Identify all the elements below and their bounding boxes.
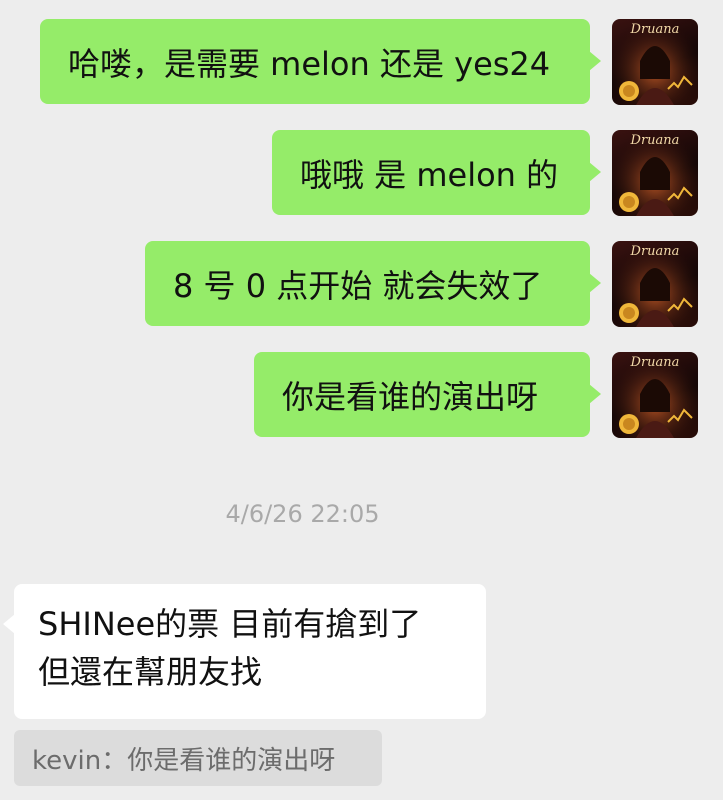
quoted-reply-text: kevin：你是看谁的演出呀 [32,745,336,776]
message-text: 哈喽，是需要 melon 还是 yes24 [68,44,551,83]
avatar-logo-text: Druana [630,22,680,37]
avatar-logo-text: Druana [630,244,680,259]
chat-timestamp: 4/6/26 22:05 [225,500,380,528]
avatar-image: Druana [612,352,698,438]
message-text: 你是看谁的演出呀 [282,377,539,416]
message-text: 8 号 0 点开始 就会失效了 [173,266,543,305]
avatar-logo-text: Druana [630,133,680,148]
quoted-reply[interactable]: kevin：你是看谁的演出呀 [14,730,382,786]
avatar-image: Druana [612,130,698,216]
message-text-line-2: 但還在幫朋友找 [38,653,263,691]
avatar-logo-text: Druana [630,355,680,370]
outgoing-message-bubble[interactable]: 8 号 0 点开始 就会失效了 [145,241,601,326]
incoming-message-bubble[interactable]: SHINee的票 目前有搶到了 但還在幫朋友找 [3,584,486,719]
outgoing-message-bubble[interactable]: 哦哦 是 melon 的 [272,130,601,215]
user-avatar[interactable]: Druana [612,130,698,216]
avatar-image: Druana [612,241,698,327]
avatar-image: Druana [612,19,698,105]
outgoing-message-bubble[interactable]: 你是看谁的演出呀 [254,352,601,437]
user-avatar[interactable]: Druana [612,241,698,327]
user-avatar[interactable]: Druana [612,352,698,438]
user-avatar[interactable]: Druana [612,19,698,105]
message-text-line-1: SHINee的票 目前有搶到了 [38,605,422,643]
outgoing-message-bubble[interactable]: 哈喽，是需要 melon 还是 yes24 [40,19,601,104]
message-text: 哦哦 是 melon 的 [300,155,559,194]
